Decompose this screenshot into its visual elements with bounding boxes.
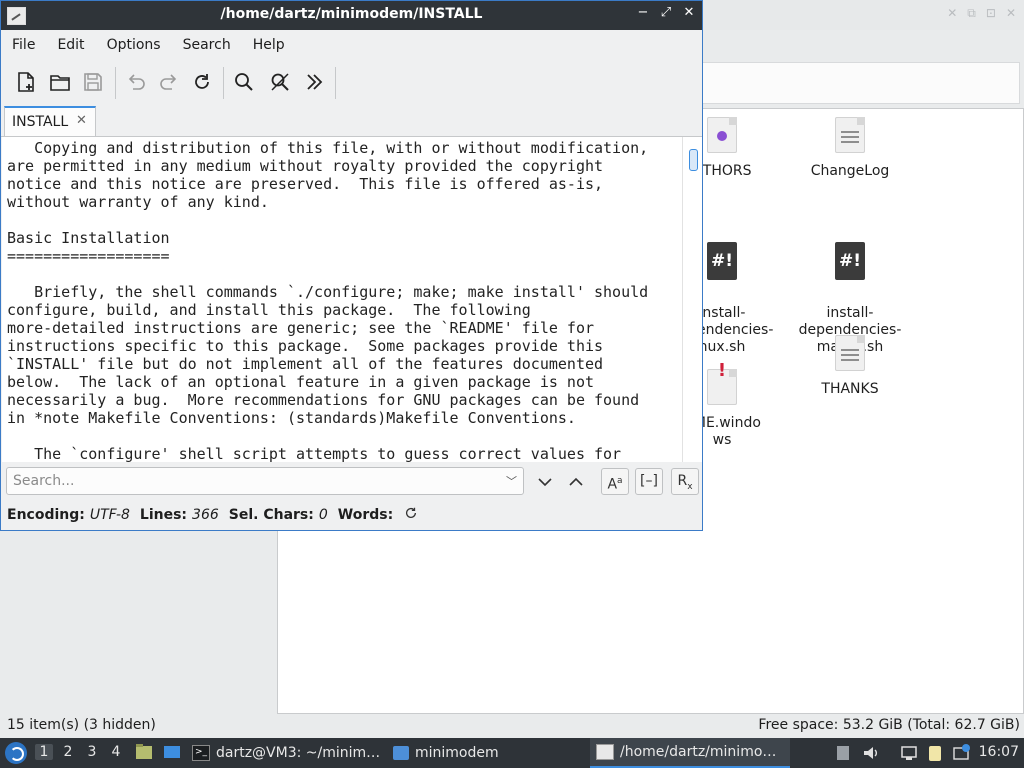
- regex-icon[interactable]: Rx: [671, 468, 699, 495]
- notification-icon[interactable]: [952, 744, 970, 762]
- start-menu-icon[interactable]: [5, 742, 27, 764]
- toolbar: [1, 63, 701, 103]
- menu-options[interactable]: Options: [96, 31, 172, 59]
- text-doc-icon: [835, 117, 865, 153]
- menu-search[interactable]: Search: [172, 31, 242, 59]
- refresh-words-icon[interactable]: [404, 506, 418, 524]
- lines-label: Lines:: [139, 507, 188, 523]
- path-bar[interactable]: [700, 62, 1020, 104]
- maximize-icon[interactable]: ⤢: [659, 5, 673, 20]
- workspace-1[interactable]: 1: [35, 744, 53, 760]
- more-icon[interactable]: [303, 71, 325, 93]
- workspace-4[interactable]: 4: [107, 744, 125, 760]
- close-icon[interactable]: ✕: [682, 5, 696, 20]
- clock[interactable]: 16:07: [979, 744, 1019, 760]
- restore-icon[interactable]: ⧉: [967, 6, 976, 21]
- search-bar: ﹀ Aa [–] Rx: [1, 463, 702, 501]
- search-input[interactable]: [6, 467, 524, 495]
- terminal-icon: >_: [192, 745, 210, 761]
- script-icon: #!: [707, 242, 737, 280]
- tab-install[interactable]: INSTALL ✕: [4, 106, 96, 136]
- task-terminal[interactable]: >_ dartz@VM3: ~/minim…: [192, 738, 387, 768]
- close-icon[interactable]: ✕: [1006, 6, 1016, 21]
- taskbar: 1 2 3 4 >_ dartz@VM3: ~/minim… minimodem…: [0, 738, 1024, 768]
- redo-icon[interactable]: [158, 71, 180, 93]
- save-icon[interactable]: [82, 71, 104, 93]
- words-label: Words:: [337, 507, 394, 523]
- text-editor[interactable]: Copying and distribution of this file, w…: [2, 137, 682, 462]
- minimize-icon[interactable]: ✕: [947, 6, 957, 21]
- chevron-down-icon[interactable]: ﹀: [506, 473, 517, 489]
- text-doc-icon: [835, 335, 865, 371]
- eject-icon[interactable]: [834, 744, 852, 762]
- menu-file[interactable]: File: [1, 31, 46, 59]
- encoding-value: UTF-8: [89, 507, 130, 523]
- folder-icon: [393, 746, 409, 760]
- lines-value: 366: [192, 507, 219, 523]
- task-label: minimodem: [415, 745, 499, 761]
- menu-help[interactable]: Help: [242, 31, 296, 59]
- workspace-3[interactable]: 3: [83, 744, 101, 760]
- maximize-icon[interactable]: ⊡: [986, 6, 996, 21]
- script-icon: #!: [835, 242, 865, 280]
- vertical-scrollbar[interactable]: [682, 137, 702, 462]
- selchars-label: Sel. Chars:: [228, 507, 314, 523]
- task-editor[interactable]: /home/dartz/minimo…: [590, 738, 790, 768]
- file-item[interactable]: THANKS: [795, 335, 905, 398]
- tab-label: INSTALL: [12, 114, 69, 130]
- minimize-icon[interactable]: −: [636, 5, 650, 20]
- workspace-2[interactable]: 2: [59, 744, 77, 760]
- warning-doc-icon: !: [707, 352, 737, 405]
- find-next-button[interactable]: [531, 468, 559, 495]
- fm-status-items: 15 item(s) (3 hidden): [7, 717, 156, 733]
- scrollbar-thumb[interactable]: [689, 149, 698, 171]
- task-label: /home/dartz/minimo…: [620, 744, 777, 760]
- network-icon[interactable]: [900, 744, 918, 762]
- search-icon[interactable]: [233, 71, 255, 93]
- tab-bar: INSTALL ✕: [1, 106, 702, 137]
- window-title: /home/dartz/minimodem/INSTALL: [220, 6, 483, 22]
- find-previous-button[interactable]: [562, 468, 590, 495]
- fm-status-free-space: Free space: 53.2 GiB (Total: 62.7 GiB): [758, 717, 1020, 733]
- file-manager-window-buttons: ✕ ⧉ ⊡ ✕: [947, 6, 1016, 21]
- editor-window: /home/dartz/minimodem/INSTALL − ⤢ ✕ File…: [0, 0, 703, 531]
- find-replace-icon[interactable]: [269, 71, 291, 93]
- desktop-icon[interactable]: [163, 743, 181, 761]
- toolbar-separator: [223, 67, 224, 99]
- new-file-icon[interactable]: [15, 71, 37, 93]
- clipboard-icon[interactable]: [926, 744, 944, 762]
- file-name: ChangeLog: [810, 163, 890, 179]
- selchars-value: 0: [318, 507, 328, 523]
- menu-edit[interactable]: Edit: [46, 31, 95, 59]
- toolbar-separator: [115, 67, 116, 99]
- open-folder-icon[interactable]: [49, 71, 71, 93]
- match-case-icon[interactable]: Aa: [601, 468, 629, 495]
- editor-status-bar: Encoding: UTF-8 Lines: 366 Sel. Chars: 0…: [7, 506, 418, 524]
- close-tab-icon[interactable]: ✕: [76, 113, 87, 128]
- task-minimodem[interactable]: minimodem: [393, 738, 588, 768]
- file-name: THANKS: [821, 381, 879, 397]
- reload-icon[interactable]: [191, 71, 213, 93]
- toolbar-separator: [335, 67, 336, 99]
- whole-word-icon[interactable]: [–]: [635, 468, 663, 495]
- document-text[interactable]: Copying and distribution of this file, w…: [2, 137, 682, 462]
- editor-icon: [596, 744, 614, 760]
- file-item[interactable]: ChangeLog: [795, 117, 905, 180]
- person-doc-icon: [707, 117, 737, 153]
- task-label: dartz@VM3: ~/minim…: [216, 745, 381, 761]
- volume-icon[interactable]: [862, 744, 880, 762]
- undo-icon[interactable]: [125, 71, 147, 93]
- menu-bar: File Edit Options Search Help: [1, 31, 296, 59]
- editor-titlebar[interactable]: /home/dartz/minimodem/INSTALL − ⤢ ✕: [1, 1, 702, 30]
- file-manager-launcher-icon[interactable]: [135, 743, 153, 761]
- encoding-label: Encoding:: [7, 507, 85, 523]
